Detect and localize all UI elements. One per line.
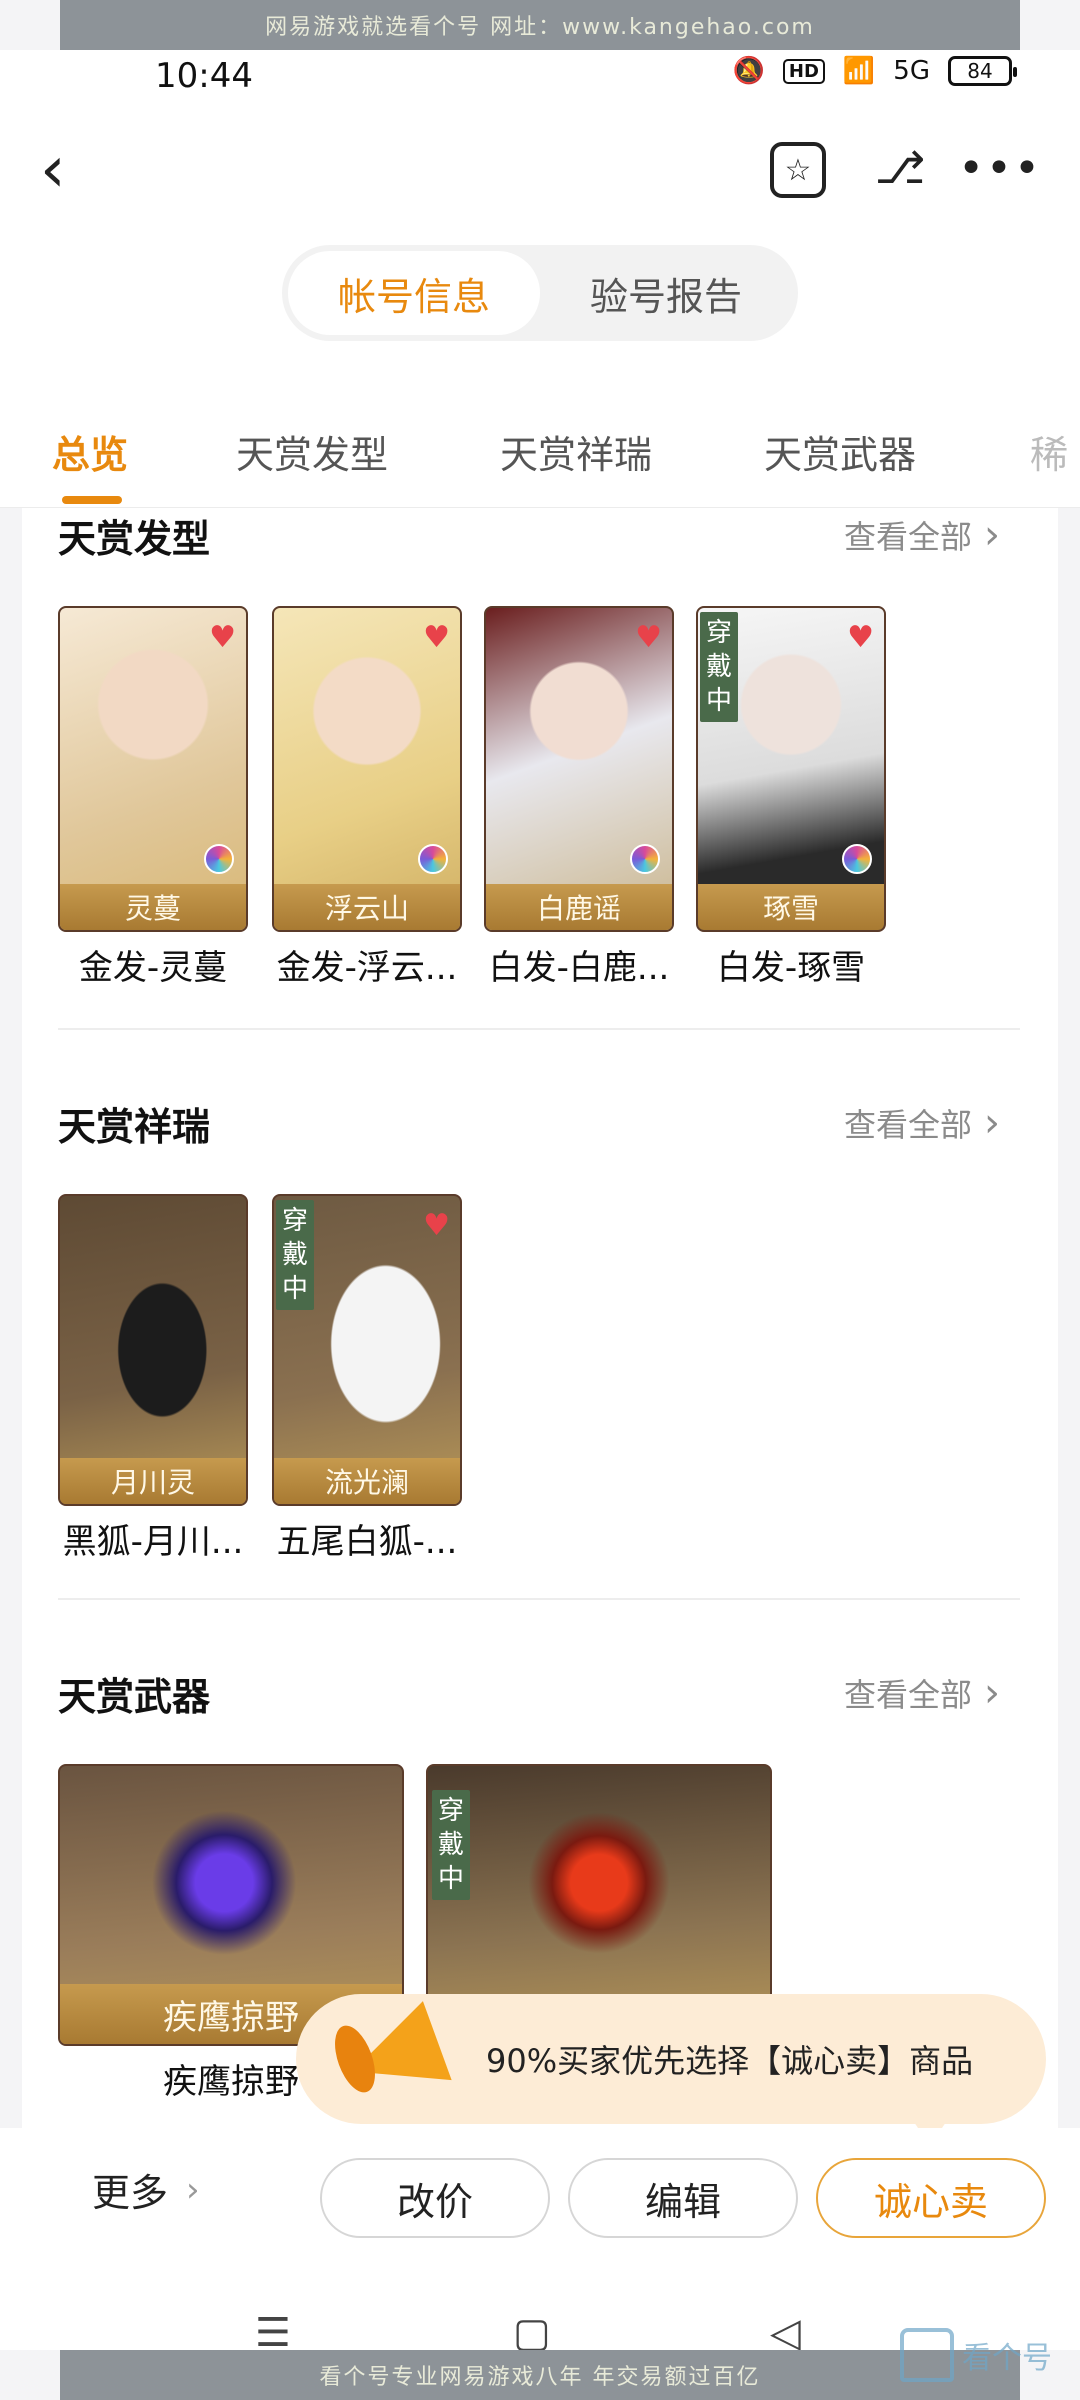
watermark-logo-text: 看个号 bbox=[962, 2341, 1052, 2376]
see-all-label: 查看全部 bbox=[843, 1106, 972, 1144]
heart-icon: ♥ bbox=[423, 620, 450, 655]
wearing-badge: 穿戴中 bbox=[700, 612, 738, 722]
sincere-sell-button[interactable]: 诚心卖 bbox=[816, 2158, 1046, 2238]
see-all-mount[interactable]: 查看全部 › bbox=[844, 1100, 1000, 1146]
item-caption: 白发-琢雪 bbox=[716, 948, 866, 988]
chevron-right-icon: › bbox=[984, 512, 1000, 558]
item-caption: 黑狐-月川... bbox=[62, 1522, 244, 1562]
heart-icon: ♥ bbox=[847, 620, 874, 655]
hair-item[interactable]: ♥ 白鹿谣 白发-白鹿... bbox=[484, 606, 674, 989]
item-caption: 五尾白狐-... bbox=[276, 1522, 458, 1562]
bell-muted-icon: 🔕 bbox=[732, 56, 765, 86]
tab-hair[interactable]: 天赏发型 bbox=[236, 424, 388, 479]
tab-rare[interactable]: 稀 bbox=[1030, 424, 1068, 479]
edit-button[interactable]: 编辑 bbox=[568, 2158, 798, 2238]
chevron-right-icon: › bbox=[186, 2169, 200, 2210]
item-name: 灵蔓 bbox=[60, 884, 246, 930]
item-thumbnail: 穿戴中 ♥ 流光澜 bbox=[272, 1194, 462, 1506]
heart-icon: ♥ bbox=[209, 620, 236, 655]
top-watermark: 网易游戏就选看个号 网址：www.kangehao.com bbox=[60, 0, 1020, 50]
tab-mount[interactable]: 天赏祥瑞 bbox=[500, 424, 652, 479]
item-thumbnail: ♥ 灵蔓 bbox=[58, 606, 248, 932]
see-all-label: 查看全部 bbox=[843, 1676, 972, 1714]
share-icon: ⎇ bbox=[874, 142, 926, 194]
watermark-logo: 看个号 bbox=[900, 2320, 1070, 2390]
hair-item[interactable]: ♥ 灵蔓 金发-灵蔓 bbox=[58, 606, 248, 989]
item-thumbnail: ♥ 白鹿谣 bbox=[484, 606, 674, 932]
hair-item[interactable]: 穿戴中 ♥ 琢雪 白发-琢雪 bbox=[696, 606, 886, 989]
bottom-watermark: 看个号专业网易游戏八年 年交易额过百亿 bbox=[60, 2350, 1020, 2400]
mount-item[interactable]: 月川灵 黑狐-月川... bbox=[58, 1194, 248, 1563]
house-logo-icon bbox=[900, 2328, 954, 2382]
item-caption: 白发-白鹿... bbox=[488, 948, 670, 988]
more-options-button[interactable]: ••• bbox=[958, 138, 1040, 198]
segment-control: 帐号信息 验号报告 bbox=[282, 245, 798, 341]
item-name: 白鹿谣 bbox=[486, 884, 672, 930]
battery-level: 84 bbox=[967, 59, 993, 83]
wearing-badge: 穿戴中 bbox=[432, 1790, 470, 1900]
chevron-left-icon: ‹ bbox=[40, 133, 66, 207]
tab-active-indicator bbox=[62, 496, 122, 504]
tab-overview[interactable]: 总览 bbox=[52, 424, 128, 479]
segment-account-info[interactable]: 帐号信息 bbox=[288, 251, 540, 335]
item-name: 流光澜 bbox=[274, 1458, 460, 1504]
rarity-orb-icon bbox=[204, 844, 234, 874]
section-title-mount: 天赏祥瑞 bbox=[58, 1105, 211, 1149]
status-time: 10:44 bbox=[155, 56, 253, 96]
overview-card: 天赏发型 查看全部 › ♥ 灵蔓 金发-灵蔓 ♥ 浮云山 金发-浮云... ♥ … bbox=[22, 508, 1058, 2128]
cellular-5g-label: 5G bbox=[893, 56, 930, 86]
status-bar: 10:44 🔕 HD 📶 5G 84 bbox=[0, 50, 1080, 130]
megaphone-icon bbox=[327, 1984, 470, 2124]
more-label: 更多 bbox=[92, 2171, 169, 2215]
more-dots-icon: ••• bbox=[958, 142, 1042, 194]
item-thumbnail: 穿戴中 ♥ 琢雪 bbox=[696, 606, 886, 932]
section-divider bbox=[58, 1028, 1020, 1030]
battery-icon: 84 bbox=[948, 56, 1017, 86]
hair-item[interactable]: ♥ 浮云山 金发-浮云... bbox=[272, 606, 462, 989]
star-icon: ☆ bbox=[784, 152, 812, 188]
share-button[interactable]: ⎇ bbox=[870, 138, 930, 198]
see-all-hair[interactable]: 查看全部 › bbox=[844, 512, 1000, 558]
hd-icon: HD bbox=[782, 58, 825, 84]
heart-icon: ♥ bbox=[423, 1208, 450, 1243]
section-title-weapon: 天赏武器 bbox=[58, 1675, 211, 1719]
section-title-hair: 天赏发型 bbox=[58, 517, 211, 561]
item-name: 浮云山 bbox=[274, 884, 460, 930]
chevron-right-icon: › bbox=[984, 1100, 1000, 1146]
category-tabs: 总览 天赏发型 天赏祥瑞 天赏武器 稀 bbox=[0, 400, 1080, 508]
see-all-label: 查看全部 bbox=[843, 518, 972, 556]
segment-verification-report[interactable]: 验号报告 bbox=[540, 251, 792, 335]
rarity-orb-icon bbox=[842, 844, 872, 874]
chevron-right-icon: › bbox=[984, 1670, 1000, 1716]
item-thumbnail: 月川灵 bbox=[58, 1194, 248, 1506]
item-caption: 金发-灵蔓 bbox=[78, 948, 228, 988]
change-price-button[interactable]: 改价 bbox=[320, 2158, 550, 2238]
more-button[interactable]: 更多 › bbox=[92, 2162, 200, 2217]
see-all-weapon[interactable]: 查看全部 › bbox=[844, 1670, 1000, 1716]
rarity-orb-icon bbox=[418, 844, 448, 874]
rarity-orb-icon bbox=[630, 844, 660, 874]
tab-weapon[interactable]: 天赏武器 bbox=[764, 424, 916, 479]
status-icons: 🔕 HD 📶 5G 84 bbox=[732, 56, 1017, 86]
wearing-badge: 穿戴中 bbox=[276, 1200, 314, 1310]
promo-text: 90%买家优先选择【诚心卖】商品 bbox=[486, 2042, 974, 2080]
item-thumbnail: ♥ 浮云山 bbox=[272, 606, 462, 932]
mount-item[interactable]: 穿戴中 ♥ 流光澜 五尾白狐-... bbox=[272, 1194, 462, 1563]
heart-icon: ♥ bbox=[635, 620, 662, 655]
item-caption: 金发-浮云... bbox=[276, 948, 458, 988]
back-button[interactable]: ‹ bbox=[40, 138, 80, 202]
favorite-button[interactable]: ☆ bbox=[770, 142, 826, 198]
section-divider bbox=[58, 1598, 1020, 1600]
item-name: 琢雪 bbox=[698, 884, 884, 930]
item-name: 月川灵 bbox=[60, 1458, 246, 1504]
wifi-icon: 📶 bbox=[842, 56, 876, 86]
